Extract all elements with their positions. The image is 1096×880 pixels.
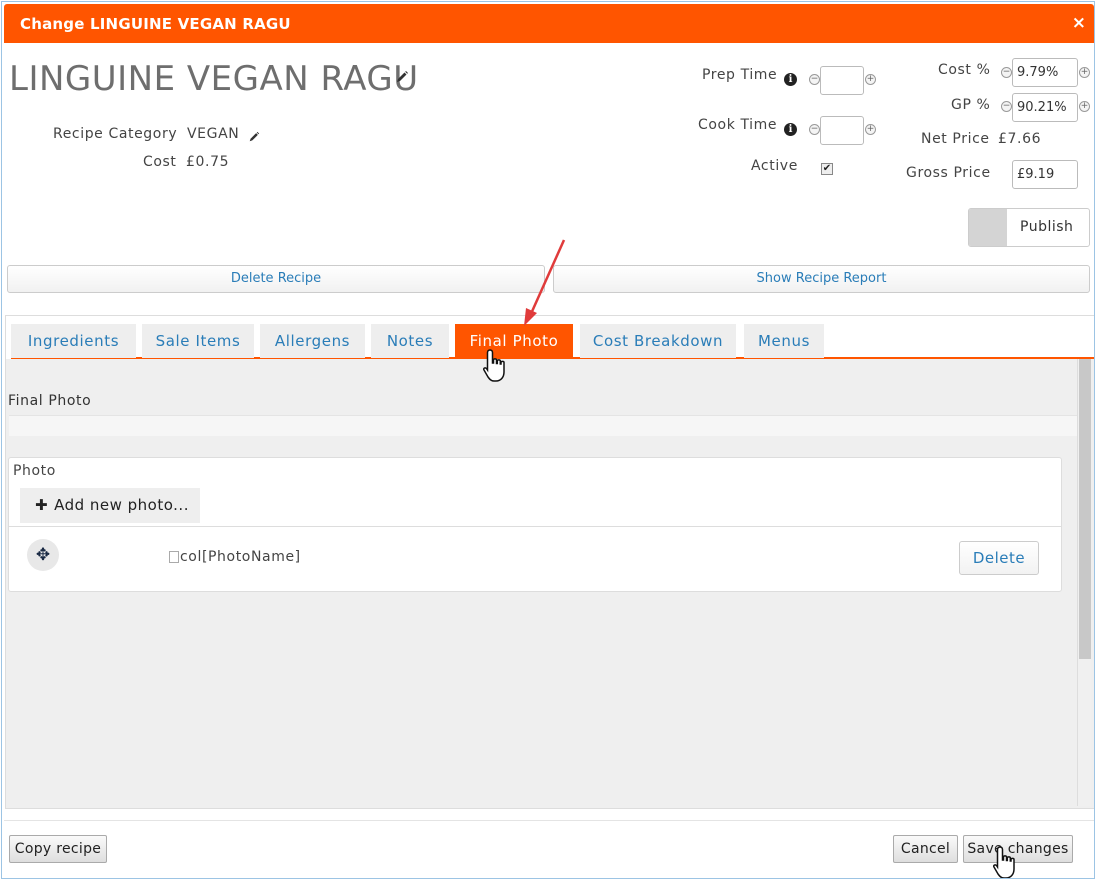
net-price-label: Net Price xyxy=(921,131,990,147)
edit-name-pencil-icon[interactable] xyxy=(395,69,409,88)
cost-pct-increment-icon[interactable]: + xyxy=(1079,67,1090,78)
close-icon[interactable]: × xyxy=(1072,13,1086,33)
net-price-value: £7.66 xyxy=(998,131,1042,147)
content-scrollbar[interactable] xyxy=(1077,359,1091,806)
scrollbar-thumb[interactable] xyxy=(1079,359,1091,659)
cost-value: £0.75 xyxy=(186,154,230,170)
plus-icon: ✚ xyxy=(35,496,49,514)
dialog-footer: Copy recipe Cancel Save changes xyxy=(4,820,1094,878)
copy-recipe-button[interactable]: Copy recipe xyxy=(9,835,107,863)
dialog-titlebar: Change LINGUINE VEGAN RAGU × xyxy=(4,4,1094,43)
tabs-panel: Ingredients Sale Items Allergens Notes F… xyxy=(5,315,1094,809)
section-divider xyxy=(9,415,1079,436)
gross-price-label: Gross Price xyxy=(906,165,991,181)
photo-label: Photo xyxy=(13,463,56,479)
tab-final-photo[interactable]: Final Photo xyxy=(455,324,573,358)
gross-price-input[interactable] xyxy=(1012,160,1078,189)
active-label: Active xyxy=(751,158,798,174)
prep-time-info-icon[interactable]: i xyxy=(784,73,797,86)
prep-time-input[interactable] xyxy=(820,66,864,95)
photo-row: ✥ col[PhotoName] Delete xyxy=(9,526,1061,591)
gp-pct-input[interactable] xyxy=(1012,93,1078,122)
publish-switch-knob[interactable] xyxy=(969,209,1007,246)
gp-pct-increment-icon[interactable]: + xyxy=(1079,101,1090,112)
cook-time-increment-icon[interactable]: + xyxy=(865,124,876,135)
cook-time-decrement-icon[interactable]: − xyxy=(809,124,820,135)
tab-cost-breakdown[interactable]: Cost Breakdown xyxy=(580,324,736,358)
active-checkbox[interactable]: ✔ xyxy=(821,163,833,175)
prep-time-increment-icon[interactable]: + xyxy=(865,74,876,85)
publish-toggle[interactable]: Publish xyxy=(968,208,1090,247)
gp-pct-decrement-icon[interactable]: − xyxy=(1001,101,1012,112)
prep-time-label: Prep Time xyxy=(702,67,778,83)
prep-time-decrement-icon[interactable]: − xyxy=(809,74,820,85)
tab-bar: Ingredients Sale Items Allergens Notes F… xyxy=(11,324,1094,359)
broken-image-icon xyxy=(169,551,179,563)
photo-image-placeholder: col[PhotoName] xyxy=(169,549,301,565)
cost-pct-label: Cost % xyxy=(938,62,991,78)
save-changes-button[interactable]: Save changes xyxy=(963,835,1073,863)
publish-label: Publish xyxy=(1020,219,1074,235)
final-photo-heading: Final Photo xyxy=(8,393,92,409)
cost-label: Cost xyxy=(143,154,177,170)
cancel-button[interactable]: Cancel xyxy=(893,835,958,863)
change-recipe-dialog: Change LINGUINE VEGAN RAGU × LINGUINE VE… xyxy=(1,1,1095,879)
drag-move-icon[interactable]: ✥ xyxy=(27,539,59,571)
edit-category-pencil-icon[interactable] xyxy=(248,128,260,147)
recipe-category-label: Recipe Category xyxy=(53,126,178,142)
add-new-photo-label: Add new photo... xyxy=(54,496,189,514)
show-recipe-report-button[interactable]: Show Recipe Report xyxy=(553,265,1090,293)
recipe-category-value: VEGAN xyxy=(187,126,240,142)
add-new-photo-button[interactable]: ✚ Add new photo... xyxy=(20,488,200,523)
cook-time-info-icon[interactable]: i xyxy=(784,123,797,136)
photo-panel: Photo ✚ Add new photo... ✥ col[PhotoName]… xyxy=(8,457,1062,592)
tab-sale-items[interactable]: Sale Items xyxy=(142,324,254,358)
delete-recipe-button[interactable]: Delete Recipe xyxy=(7,265,545,293)
dialog-title: Change LINGUINE VEGAN RAGU xyxy=(20,15,291,33)
tab-allergens[interactable]: Allergens xyxy=(260,324,365,358)
tab-ingredients[interactable]: Ingredients xyxy=(11,324,136,358)
final-photo-content: Final Photo Photo ✚ Add new photo... ✥ co… xyxy=(6,359,1094,808)
tab-menus[interactable]: Menus xyxy=(744,324,824,358)
cook-time-input[interactable] xyxy=(820,116,864,145)
delete-photo-button[interactable]: Delete xyxy=(959,541,1039,575)
gp-pct-label: GP % xyxy=(951,97,991,113)
tab-notes[interactable]: Notes xyxy=(371,324,449,358)
cook-time-label: Cook Time xyxy=(698,117,778,133)
cost-pct-decrement-icon[interactable]: − xyxy=(1001,67,1012,78)
photo-alt-text: col[PhotoName] xyxy=(180,549,301,565)
recipe-name: LINGUINE VEGAN RAGU xyxy=(9,59,419,99)
cost-pct-input[interactable] xyxy=(1012,58,1078,87)
